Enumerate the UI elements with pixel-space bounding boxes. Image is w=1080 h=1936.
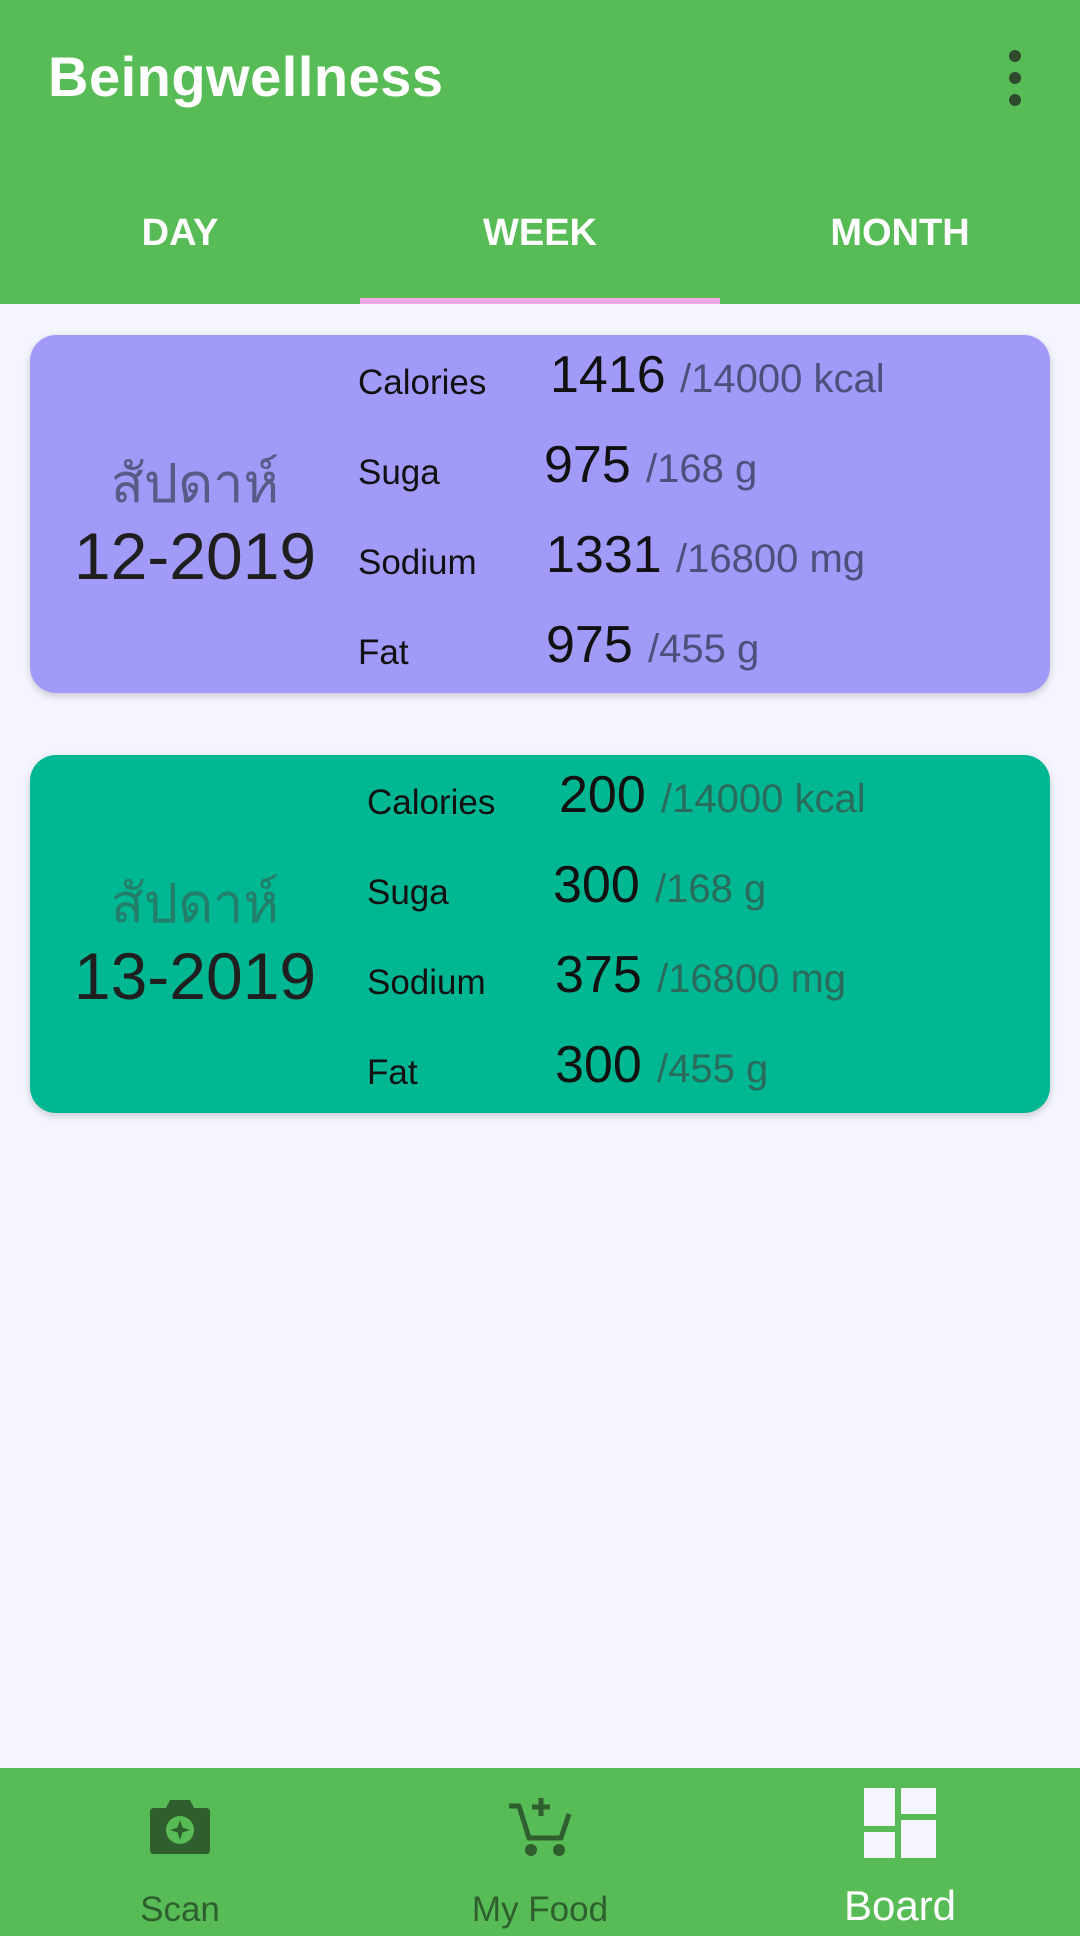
nav-label: Scan xyxy=(140,1890,220,1929)
app-bar: Beingwellness DAY WEEK MONTH xyxy=(0,0,1080,304)
stat-name: Sodium xyxy=(367,963,486,1002)
nav-board[interactable]: Board xyxy=(720,1768,1080,1936)
week-card[interactable]: สัปดาห์ 13-2019 Calories 200 /14000 kcal… xyxy=(30,755,1050,1113)
week-card[interactable]: สัปดาห์ 12-2019 Calories 1416 /14000 kca… xyxy=(30,335,1050,693)
camera-icon xyxy=(150,1800,210,1854)
tab-day[interactable]: DAY xyxy=(0,200,360,304)
week-number: 12-2019 xyxy=(73,519,317,593)
more-options-icon[interactable] xyxy=(990,50,1040,106)
stat-name: Calories xyxy=(358,363,487,402)
stat-value: 200 xyxy=(559,766,646,824)
stat-value: 300 xyxy=(553,856,640,914)
stat-value: 300 xyxy=(555,1036,642,1094)
stat-limit: /455 g xyxy=(657,1047,769,1091)
stat-value: 975 xyxy=(546,616,633,674)
nav-my-food[interactable]: My Food xyxy=(360,1768,720,1936)
stat-limit: /14000 kcal xyxy=(661,777,866,821)
stat-name: Suga xyxy=(358,453,440,492)
stat-value: 375 xyxy=(555,946,642,1004)
tab-week[interactable]: WEEK xyxy=(360,200,720,304)
stat-name: Sodium xyxy=(358,543,477,582)
cart-add-icon xyxy=(509,1798,572,1856)
stat-name: Fat xyxy=(358,633,409,672)
stat-limit: /14000 kcal xyxy=(680,357,885,401)
tab-month[interactable]: MONTH xyxy=(720,200,1080,304)
bottom-navigation: Scan My Food Board xyxy=(0,1768,1080,1936)
app-title: Beingwellness xyxy=(48,45,444,108)
stat-name: Calories xyxy=(367,783,496,822)
nav-label: Board xyxy=(843,1882,957,1929)
stat-limit: /16800 mg xyxy=(676,537,866,581)
nav-scan[interactable]: Scan xyxy=(0,1768,360,1936)
stat-limit: /455 g xyxy=(648,627,760,671)
week-label: สัปดาห์ xyxy=(110,872,280,935)
stat-limit: /16800 mg xyxy=(657,957,847,1001)
week-number: 13-2019 xyxy=(73,939,317,1013)
stat-limit: /168 g xyxy=(655,867,767,911)
stat-limit: /168 g xyxy=(646,447,758,491)
stat-value: 1331 xyxy=(546,526,662,584)
dashboard-icon xyxy=(864,1788,936,1858)
week-label: สัปดาห์ xyxy=(110,452,280,515)
stat-name: Fat xyxy=(367,1053,418,1092)
nav-label: My Food xyxy=(471,1890,609,1929)
stat-value: 1416 xyxy=(550,346,666,404)
period-tabs: DAY WEEK MONTH xyxy=(0,200,1080,304)
stat-name: Suga xyxy=(367,873,449,912)
stat-value: 975 xyxy=(544,436,631,494)
